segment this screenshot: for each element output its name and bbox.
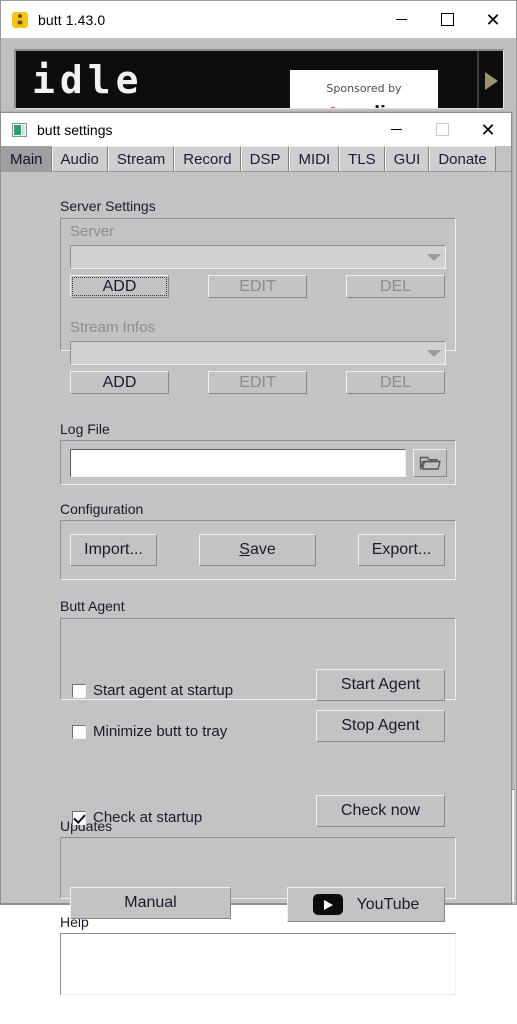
- stream-infos-label: Stream Infos: [70, 319, 156, 336]
- settings-window-title: butt settings: [37, 121, 113, 138]
- check-at-startup-checkbox[interactable]: [72, 810, 86, 825]
- export-config-button[interactable]: Export...: [358, 534, 445, 566]
- minimize-to-tray-label: Minimize butt to tray: [93, 723, 228, 740]
- start-agent-at-startup-checkbox[interactable]: [72, 683, 86, 698]
- stream-edit-button[interactable]: EDIT: [208, 371, 307, 394]
- main-close-button[interactable]: ✕: [470, 1, 516, 38]
- log-file-heading: Log File: [60, 421, 110, 437]
- import-config-button[interactable]: Import...: [70, 534, 157, 566]
- save-label-suffix: ave: [249, 541, 276, 558]
- server-settings-heading: Server Settings: [60, 198, 156, 214]
- settings-minimize-button[interactable]: [373, 113, 419, 146]
- main-maximize-button[interactable]: [424, 1, 470, 38]
- tab-donate[interactable]: Donate: [429, 146, 496, 171]
- manual-button[interactable]: Manual: [70, 887, 231, 919]
- stream-del-button[interactable]: DEL: [346, 371, 445, 394]
- radioco-logo-icon: [329, 107, 337, 108]
- settings-content: Server Settings Server ADD EDIT DEL Stre…: [1, 172, 511, 995]
- sponsor-label: Sponsored by: [326, 82, 402, 95]
- youtube-button[interactable]: YouTube: [287, 887, 445, 922]
- butt-app-icon: [12, 11, 28, 28]
- screen: butt 1.43.0 ✕ idle Sponsored by radio.co: [0, 0, 517, 1024]
- tab-gui[interactable]: GUI: [384, 146, 430, 171]
- status-display-panel: idle Sponsored by radio.co: [14, 49, 504, 109]
- check-at-startup-label: Check at startup: [93, 809, 203, 826]
- help-group: [60, 933, 456, 995]
- check-now-button[interactable]: Check now: [316, 795, 445, 827]
- stream-add-button[interactable]: ADD: [70, 371, 169, 394]
- settings-window-icon: [12, 122, 27, 137]
- youtube-button-label: YouTube: [356, 895, 420, 913]
- stream-infos-dropdown[interactable]: [70, 341, 446, 365]
- server-label: Server: [70, 223, 115, 240]
- log-file-browse-button[interactable]: [413, 449, 447, 477]
- save-config-button[interactable]: Save: [199, 534, 316, 566]
- server-dropdown[interactable]: [70, 245, 446, 269]
- stop-agent-button[interactable]: Stop Agent: [316, 710, 445, 742]
- settings-titlebar: butt settings ✕: [1, 113, 511, 146]
- main-window-title: butt 1.43.0: [38, 11, 106, 28]
- minimize-to-tray-checkbox-row[interactable]: Minimize butt to tray: [72, 723, 227, 740]
- butt-settings-window: butt settings ✕ Main Audio Stream Record…: [0, 112, 512, 995]
- start-agent-button[interactable]: Start Agent: [316, 669, 445, 701]
- chevron-down-icon: [427, 350, 441, 357]
- tab-main[interactable]: Main: [1, 146, 52, 171]
- sponsor-brand: radio.co: [348, 103, 426, 108]
- tab-record[interactable]: Record: [174, 146, 241, 171]
- check-at-startup-checkbox-row[interactable]: Check at startup: [72, 809, 202, 826]
- play-triangle-icon: [484, 72, 498, 90]
- start-agent-at-startup-label: Start agent at startup: [93, 682, 234, 699]
- status-text: idle: [32, 58, 144, 102]
- butt-agent-heading: Butt Agent: [60, 598, 125, 614]
- server-add-button[interactable]: ADD: [70, 275, 169, 298]
- server-del-button[interactable]: DEL: [346, 275, 445, 298]
- tab-midi[interactable]: MIDI: [289, 146, 340, 171]
- tab-tls[interactable]: TLS: [339, 146, 385, 171]
- main-minimize-button[interactable]: [378, 1, 424, 38]
- log-file-input[interactable]: [70, 449, 406, 477]
- tab-audio[interactable]: Audio: [51, 146, 108, 171]
- tab-dsp[interactable]: DSP: [240, 146, 290, 171]
- start-agent-at-startup-checkbox-row[interactable]: Start agent at startup: [72, 682, 233, 699]
- tab-stream[interactable]: Stream: [107, 146, 175, 171]
- settings-maximize-button[interactable]: [419, 113, 465, 146]
- settings-close-button[interactable]: ✕: [465, 113, 511, 146]
- sponsor-banner[interactable]: Sponsored by radio.co: [290, 70, 438, 108]
- server-edit-button[interactable]: EDIT: [208, 275, 307, 298]
- main-titlebar: butt 1.43.0 ✕: [1, 1, 516, 38]
- configuration-heading: Configuration: [60, 501, 144, 517]
- save-label-accel: S: [239, 541, 250, 558]
- sponsor-next-button[interactable]: [477, 51, 503, 108]
- folder-open-icon: [419, 456, 441, 470]
- minimize-to-tray-checkbox[interactable]: [72, 724, 86, 739]
- chevron-down-icon: [427, 254, 441, 261]
- youtube-play-icon: [312, 894, 343, 915]
- settings-tabstrip: Main Audio Stream Record DSP MIDI TLS GU…: [1, 146, 511, 172]
